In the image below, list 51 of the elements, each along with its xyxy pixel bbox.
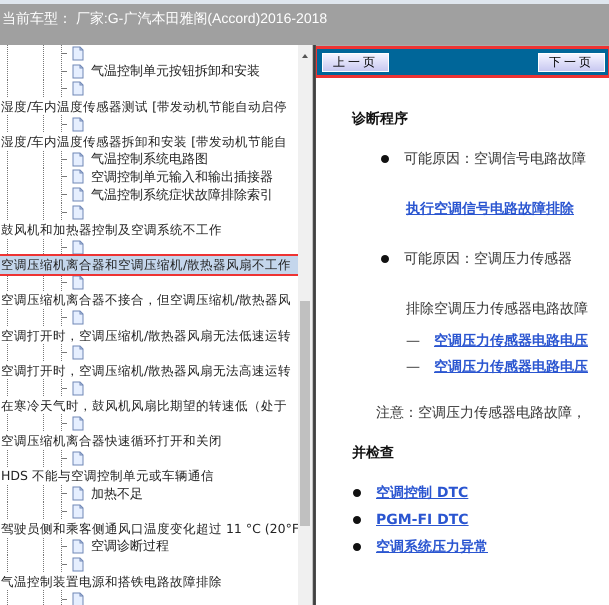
tree-item[interactable]: 空调压缩机离合器和空调压缩机/散热器风扇不工作 — [0, 256, 298, 274]
troubleshoot-link[interactable]: 执行空调信号电路故障排除 — [406, 200, 574, 218]
document-icon — [72, 169, 84, 184]
document-icon — [72, 380, 84, 396]
cause-text: 可能原因：空调信号电路故障 — [404, 150, 586, 168]
dash-mark: — — [406, 359, 420, 375]
cause-text: 可能原因：空调压力传感器 — [404, 250, 572, 268]
next-page-button[interactable]: 下一页 — [538, 52, 605, 72]
document-icon — [72, 416, 84, 431]
document-icon — [72, 556, 84, 572]
document-icon — [72, 240, 84, 255]
document-icon — [72, 152, 84, 167]
bullet-icon — [380, 154, 390, 164]
tree-item[interactable]: 空调控制单元输入和输出插接器 — [91, 168, 273, 186]
vehicle-model-title: 当前车型： 厂家:G-广汽本田雅阁(Accord)2016-2018 — [2, 10, 328, 28]
bullet-icon — [380, 254, 390, 264]
document-icon — [72, 204, 84, 220]
check-link[interactable]: 空调系统压力异常 — [376, 538, 488, 556]
tree-item[interactable]: 气温控制系统症状故障排除索引 — [91, 186, 273, 204]
dash-mark: — — [406, 333, 420, 349]
scrollbar[interactable] — [298, 45, 312, 605]
previous-page-button[interactable]: 上一页 — [322, 52, 389, 72]
document-icon — [72, 275, 84, 290]
tree-item[interactable]: 气温控制单元按钮拆卸和安装 — [91, 62, 260, 80]
check-link[interactable]: PGM-FI DTC — [376, 512, 469, 528]
section-heading: 并检查 — [352, 444, 395, 462]
tree-item[interactable]: 加热不足 — [91, 484, 143, 503]
document-icon — [72, 81, 84, 96]
bullet-icon — [352, 515, 362, 525]
document-icon — [72, 486, 84, 502]
tree-item[interactable]: 空调诊断过程 — [91, 537, 169, 556]
section-heading: 诊断程序 — [352, 110, 409, 128]
document-icon — [72, 504, 84, 519]
check-link[interactable]: 空调控制 DTC — [376, 484, 468, 502]
document-icon — [72, 64, 84, 79]
document-icon — [72, 116, 84, 132]
document-icon — [72, 345, 84, 360]
document-icon — [72, 592, 84, 605]
tree-item[interactable]: 气温控制系统电路图 — [91, 150, 208, 168]
bullet-icon — [352, 542, 362, 552]
note-text: 注意：空调压力传感器电路故障， — [376, 404, 586, 422]
document-icon — [72, 187, 84, 202]
document-icon — [72, 310, 84, 326]
bullet-icon — [352, 488, 362, 498]
document-icon — [72, 46, 84, 62]
document-icon — [72, 538, 84, 554]
instruction-text: 排除空调压力传感器电路故障 — [406, 300, 588, 318]
circuit-link[interactable]: 空调压力传感器电路电压 — [434, 358, 588, 376]
document-icon — [72, 450, 84, 466]
tree-item[interactable]: 驾驶员侧和乘客侧通风口温度变化超过 11 °C (20°F — [0, 520, 298, 538]
circuit-link[interactable]: 空调压力传感器电路电压 — [434, 332, 588, 350]
